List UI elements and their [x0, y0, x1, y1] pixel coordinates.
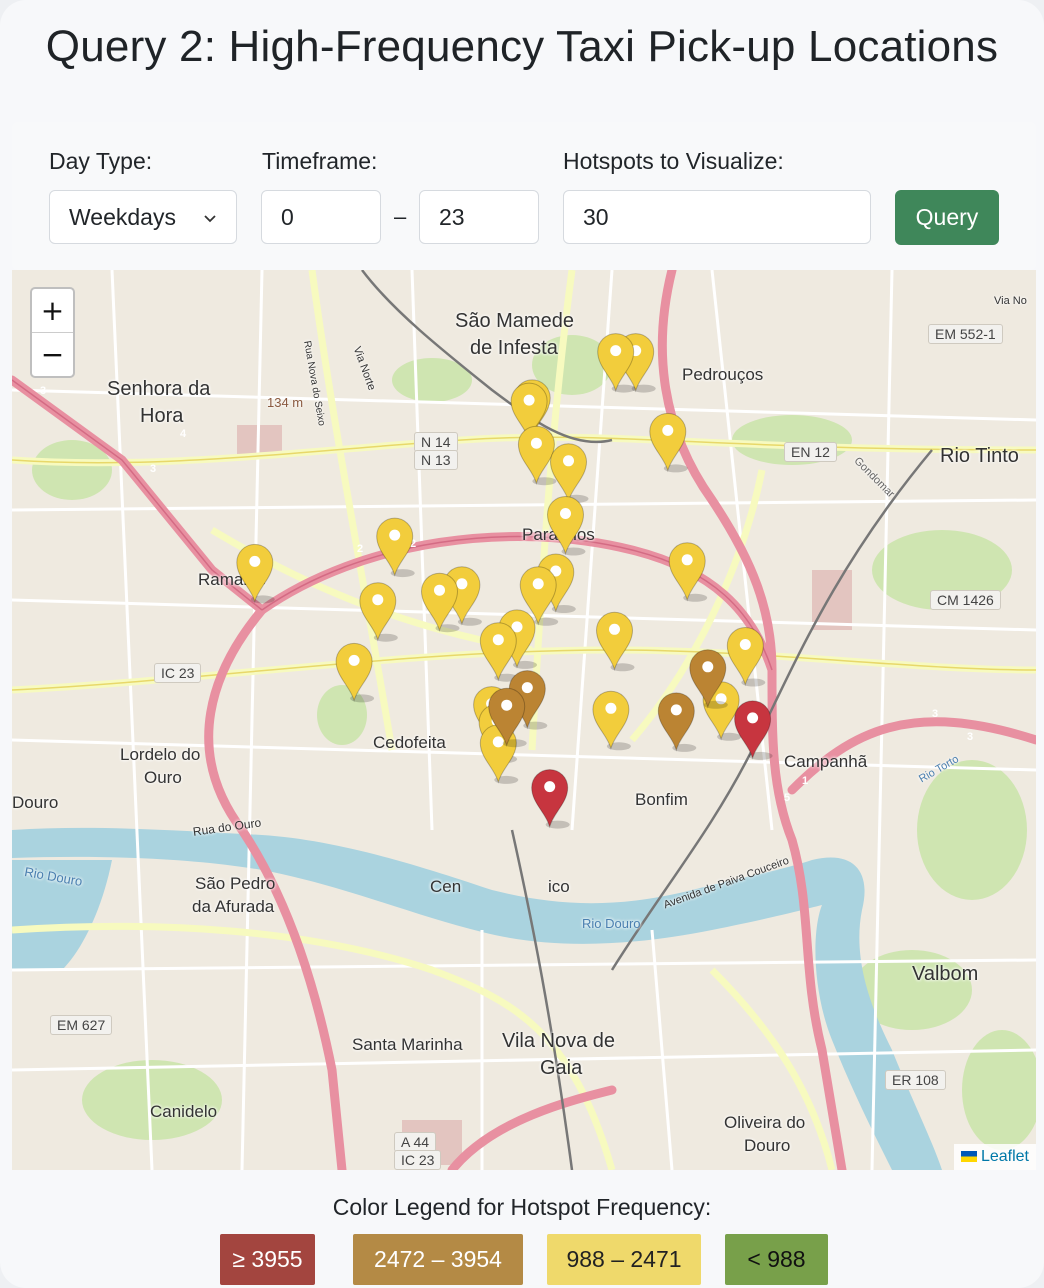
hotspot-marker-medium[interactable] — [359, 582, 398, 642]
zoom-in-button[interactable]: + — [32, 289, 73, 333]
timeframe-end-input[interactable]: 23 — [419, 190, 539, 244]
hotspot-marker-medium[interactable] — [376, 517, 415, 578]
page-title: Query 2: High-Frequency Taxi Pick-up Loc… — [45, 22, 999, 71]
hotspot-marker-medium[interactable] — [549, 443, 589, 503]
hotspot-marker-medium[interactable] — [597, 333, 636, 393]
day-type-select[interactable]: Weekdays — [49, 190, 237, 244]
hotspot-marker-medium[interactable] — [592, 690, 631, 751]
day-type-value: Weekdays — [69, 204, 176, 230]
hotspot-marker-medium[interactable] — [726, 627, 766, 687]
hotspot-marker-medium[interactable] — [595, 611, 635, 672]
map-attribution[interactable]: Leaflet — [953, 1144, 1036, 1170]
hotspot-marker-medium[interactable] — [517, 425, 557, 486]
hotspot-marker-very-high[interactable] — [531, 769, 570, 829]
legend-swatch-very-high: ≥ 3955 — [220, 1234, 315, 1285]
ukraine-flag-icon — [960, 1151, 977, 1162]
hotspot-marker-medium[interactable] — [420, 572, 460, 633]
hotspot-marker-medium[interactable] — [236, 543, 275, 604]
leaflet-link[interactable]: Leaflet — [981, 1148, 1029, 1165]
legend-swatch-high: 2472 – 3954 — [353, 1234, 523, 1285]
day-type-label: Day Type: — [49, 148, 153, 174]
zoom-control: + − — [30, 287, 75, 378]
hotspots-label: Hotspots to Visualize: — [563, 148, 784, 174]
hotspot-markers — [236, 333, 773, 829]
query-controls: Day Type: Weekdays Timeframe: 0 – 23 Hot… — [12, 122, 1036, 270]
hotspots-input[interactable]: 30 — [563, 190, 871, 244]
chevron-down-icon — [204, 215, 216, 223]
hotspot-marker-medium[interactable] — [479, 622, 519, 682]
timeframe-separator: – — [394, 204, 407, 229]
legend-swatch-low: < 988 — [725, 1234, 828, 1285]
map[interactable]: São Mamede de Infesta Senhora da Hora Pedrou… — [12, 270, 1036, 1170]
timeframe-start-input[interactable]: 0 — [261, 190, 381, 244]
hotspot-marker-medium[interactable] — [335, 642, 375, 703]
legend-title: Color Legend for Hotspot Frequency: — [332, 1194, 712, 1220]
hotspot-marker-medium[interactable] — [668, 542, 708, 602]
hotspot-marker-medium[interactable] — [649, 412, 688, 473]
timeframe-label: Timeframe: — [262, 148, 378, 174]
query-button[interactable]: Query — [895, 190, 999, 245]
hotspot-marker-high[interactable] — [657, 692, 697, 752]
legend-swatch-medium: 988 – 2471 — [547, 1234, 701, 1285]
hotspot-marker-medium[interactable] — [546, 496, 586, 556]
page-card: Query 2: High-Frequency Taxi Pick-up Loc… — [0, 0, 1044, 1288]
hotspot-marker-very-high[interactable] — [734, 700, 773, 760]
zoom-out-button[interactable]: − — [32, 333, 73, 376]
